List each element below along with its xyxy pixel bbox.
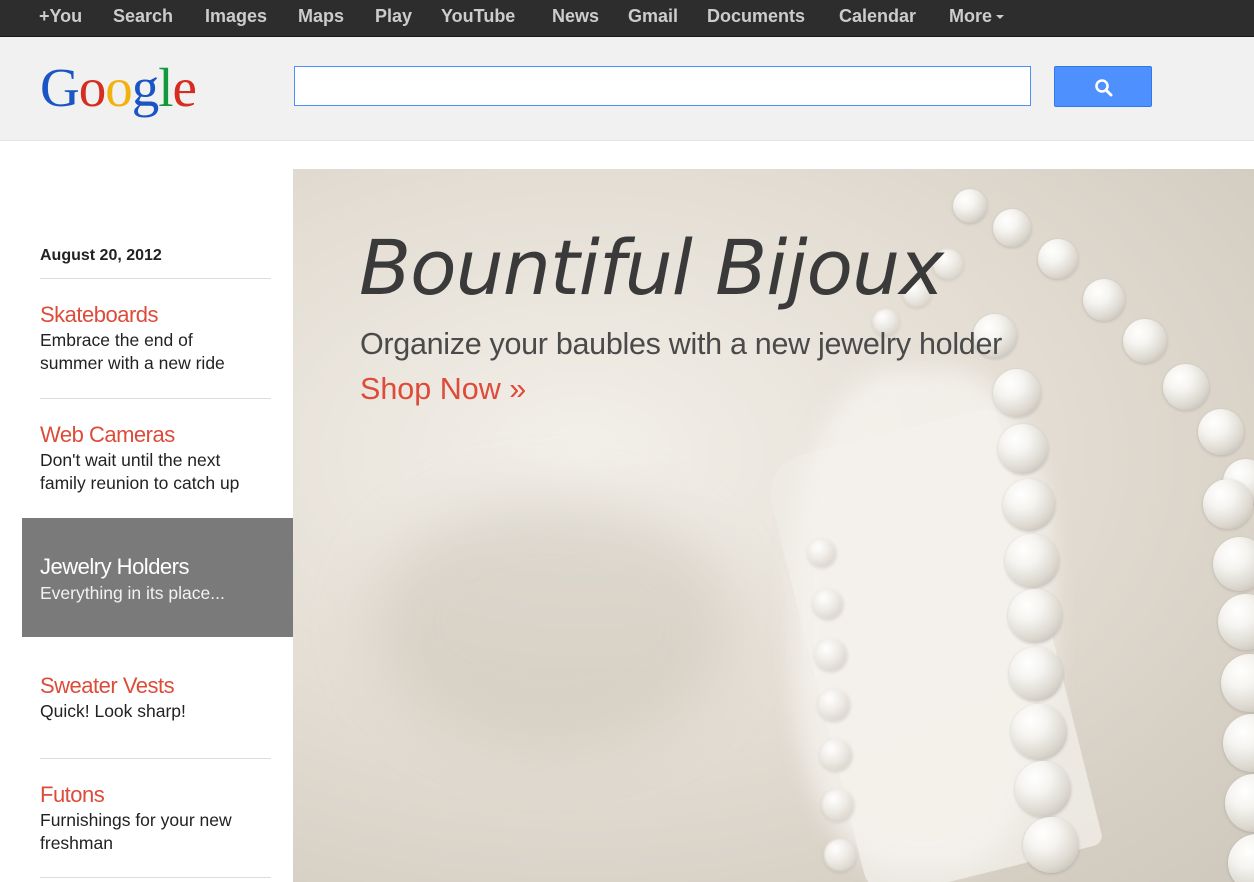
pearl <box>993 369 1041 417</box>
sidebar-item-sweater-vests[interactable]: Sweater Vests Quick! Look sharp! <box>40 673 280 723</box>
chevron-down-icon <box>996 15 1005 20</box>
sidebar-item-title[interactable]: Sweater Vests <box>40 673 280 699</box>
pearl <box>998 424 1048 474</box>
pearl <box>1213 537 1254 591</box>
nav-images[interactable]: Images <box>205 0 267 33</box>
sidebar-item-title[interactable]: Skateboards <box>40 302 280 328</box>
search-input[interactable] <box>294 66 1031 106</box>
sidebar-item-title[interactable]: Futons <box>40 782 280 808</box>
divider <box>40 758 271 759</box>
nav-more-label: More <box>949 6 993 26</box>
pearl <box>1163 364 1209 410</box>
pearl <box>953 189 987 223</box>
pearl <box>822 789 854 821</box>
pearl <box>815 639 847 671</box>
top-navigation-bar: +You Search Images Maps Play YouTube New… <box>0 0 1254 37</box>
pearl <box>1015 761 1071 817</box>
pearl <box>808 539 836 567</box>
pearl <box>1203 479 1253 529</box>
nav-plus-you[interactable]: +You <box>39 0 82 33</box>
pearl <box>1038 239 1078 279</box>
sidebar-item-desc: Everything in its place... <box>40 583 225 603</box>
divider <box>40 398 271 399</box>
sidebar-item-futons[interactable]: Futons Furnishings for your new freshman <box>40 782 280 855</box>
shop-now-link[interactable]: Shop Now » <box>360 372 526 407</box>
pearl <box>1221 654 1254 712</box>
pearl <box>820 739 852 771</box>
nav-gmail[interactable]: Gmail <box>628 0 678 33</box>
hero-subheadline: Organize your baubles with a new jewelry… <box>360 327 1002 361</box>
nav-documents[interactable]: Documents <box>707 0 805 33</box>
sidebar-item-title[interactable]: Jewelry Holders <box>40 554 190 580</box>
hero-background-shadow <box>373 499 733 749</box>
sidebar-item-title[interactable]: Web Cameras <box>40 422 280 448</box>
pearl <box>818 689 850 721</box>
divider <box>40 278 271 279</box>
pearl <box>1228 834 1254 882</box>
sidebar-item-desc: Embrace the end of summer with a new ride <box>40 330 225 373</box>
pearl <box>813 589 843 619</box>
sidebar-item-web-cameras[interactable]: Web Cameras Don't wait until the next fam… <box>40 422 280 495</box>
sidebar-item-desc: Furnishings for your new freshman <box>40 810 232 853</box>
nav-calendar[interactable]: Calendar <box>839 0 916 33</box>
magnifier-icon <box>1095 79 1113 97</box>
nav-search[interactable]: Search <box>113 0 173 33</box>
pearl <box>1008 589 1062 643</box>
pearl <box>1198 409 1244 455</box>
nav-maps[interactable]: Maps <box>298 0 344 33</box>
search-button[interactable] <box>1054 66 1152 107</box>
search-header: Google <box>0 37 1254 141</box>
pearl <box>1218 594 1254 650</box>
date-heading: August 20, 2012 <box>40 247 162 264</box>
pearl <box>824 839 856 871</box>
pearl <box>1223 714 1254 772</box>
nav-youtube[interactable]: YouTube <box>441 0 515 33</box>
hero-banner[interactable]: Bountiful Bijoux Organize your baubles w… <box>293 169 1254 882</box>
pearl <box>993 209 1031 247</box>
nav-news[interactable]: News <box>552 0 599 33</box>
pearl <box>1023 817 1079 873</box>
nav-play[interactable]: Play <box>375 0 412 33</box>
nav-more[interactable]: More <box>949 0 1005 33</box>
sidebar-item-desc: Don't wait until the next family reunion … <box>40 450 240 493</box>
sidebar-item-desc: Quick! Look sharp! <box>40 701 186 721</box>
pearl <box>1003 479 1055 531</box>
sidebar-item-skateboards[interactable]: Skateboards Embrace the end of summer wit… <box>40 302 280 375</box>
divider <box>40 877 271 878</box>
pearl <box>1011 704 1067 760</box>
hero-headline: Bountiful Bijoux <box>359 223 944 312</box>
pearl <box>1005 534 1059 588</box>
pearl <box>1123 319 1167 363</box>
pearl <box>1083 279 1125 321</box>
pearl <box>1009 647 1063 701</box>
google-logo[interactable]: Google <box>40 55 197 121</box>
pearl <box>1225 774 1254 832</box>
